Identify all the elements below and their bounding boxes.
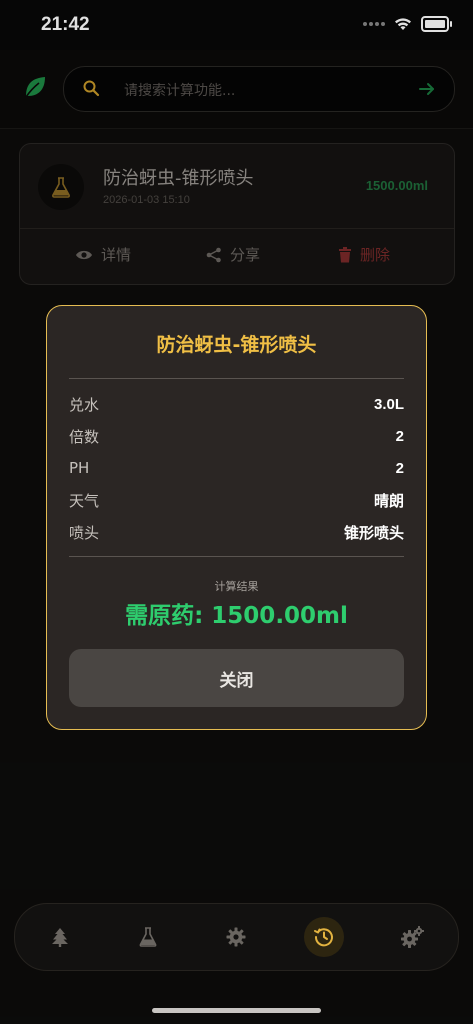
gear-icon xyxy=(226,927,246,947)
detail-value: 2 xyxy=(395,427,404,445)
dialog-divider-bottom xyxy=(69,556,404,557)
tab-flask[interactable] xyxy=(128,917,168,957)
detail-value: 3.0L xyxy=(373,395,404,413)
detail-value: 2 xyxy=(395,459,404,477)
flask-icon xyxy=(139,927,157,947)
tab-settings[interactable] xyxy=(216,917,256,957)
detail-row-nozzle: 喷头 锥形喷头 xyxy=(69,520,404,544)
close-button[interactable]: 关闭 xyxy=(69,649,404,707)
dialog-divider-top xyxy=(69,378,404,379)
bottom-tab-bar xyxy=(14,903,459,971)
tab-history[interactable] xyxy=(304,917,344,957)
detail-value: 锥形喷头 xyxy=(343,523,404,542)
history-icon xyxy=(314,928,333,947)
detail-label: 天气 xyxy=(69,491,100,510)
detail-value: 晴朗 xyxy=(373,491,404,510)
settings-gears-icon xyxy=(401,926,424,948)
result-label: 计算结果 xyxy=(214,580,259,593)
detail-row-water: 兑水 3.0L xyxy=(69,392,404,416)
result-value: 需原药: 1500.00ml xyxy=(125,603,348,629)
home-indicator xyxy=(152,1008,321,1013)
detail-label: 兑水 xyxy=(69,395,100,414)
tab-advanced-settings[interactable] xyxy=(392,917,432,957)
detail-label: PH xyxy=(69,459,90,477)
detail-label: 倍数 xyxy=(69,427,100,446)
detail-row-weather: 天气 晴朗 xyxy=(69,488,404,512)
detail-row-ph: PH 2 xyxy=(69,456,404,480)
detail-row-ratio: 倍数 2 xyxy=(69,424,404,448)
dialog-title: 防治蚜虫-锥形喷头 xyxy=(156,334,317,356)
tree-icon xyxy=(52,928,68,947)
detail-label: 喷头 xyxy=(69,523,100,542)
record-detail-dialog: 防治蚜虫-锥形喷头 兑水 3.0L 倍数 2 PH 2 天气 晴朗 喷头 锥形喷… xyxy=(46,305,427,730)
tab-tree[interactable] xyxy=(40,917,80,957)
